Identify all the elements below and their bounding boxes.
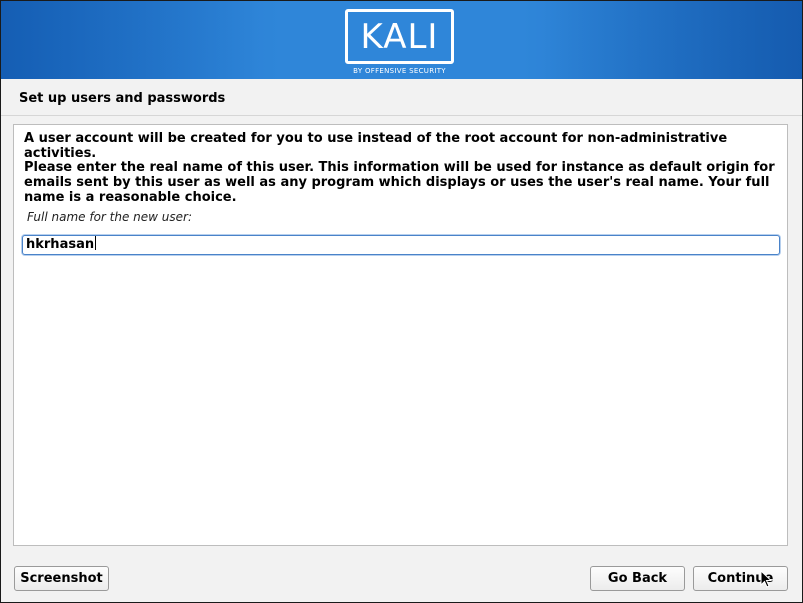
- full-name-label: Full name for the new user:: [27, 210, 193, 224]
- continue-button[interactable]: Continue: [693, 566, 788, 591]
- screenshot-button[interactable]: Screenshot: [14, 566, 109, 591]
- full-name-value: hkrhasan: [26, 237, 95, 252]
- logo-subtitle: BY OFFENSIVE SECURITY: [353, 67, 446, 75]
- banner-shade-left: [1, 1, 261, 79]
- intro-paragraph: A user account will be created for you t…: [24, 131, 728, 161]
- full-name-input[interactable]: hkrhasan: [22, 235, 780, 255]
- kali-logo: KALI: [345, 9, 454, 64]
- banner-shade-right: [542, 1, 802, 79]
- instruction-paragraph: Please enter the real name of this user.…: [24, 160, 775, 205]
- logo-text: KALI: [360, 16, 439, 57]
- installer-window: KALI BY OFFENSIVE SECURITY Set up users …: [0, 0, 803, 603]
- title-divider: [1, 115, 802, 116]
- header-banner: KALI BY OFFENSIVE SECURITY: [1, 1, 802, 79]
- mouse-pointer-icon: [760, 570, 772, 588]
- page-title: Set up users and passwords: [19, 91, 226, 106]
- text-caret: [95, 236, 97, 250]
- go-back-button[interactable]: Go Back: [590, 566, 685, 591]
- content-panel: A user account will be created for you t…: [13, 124, 788, 546]
